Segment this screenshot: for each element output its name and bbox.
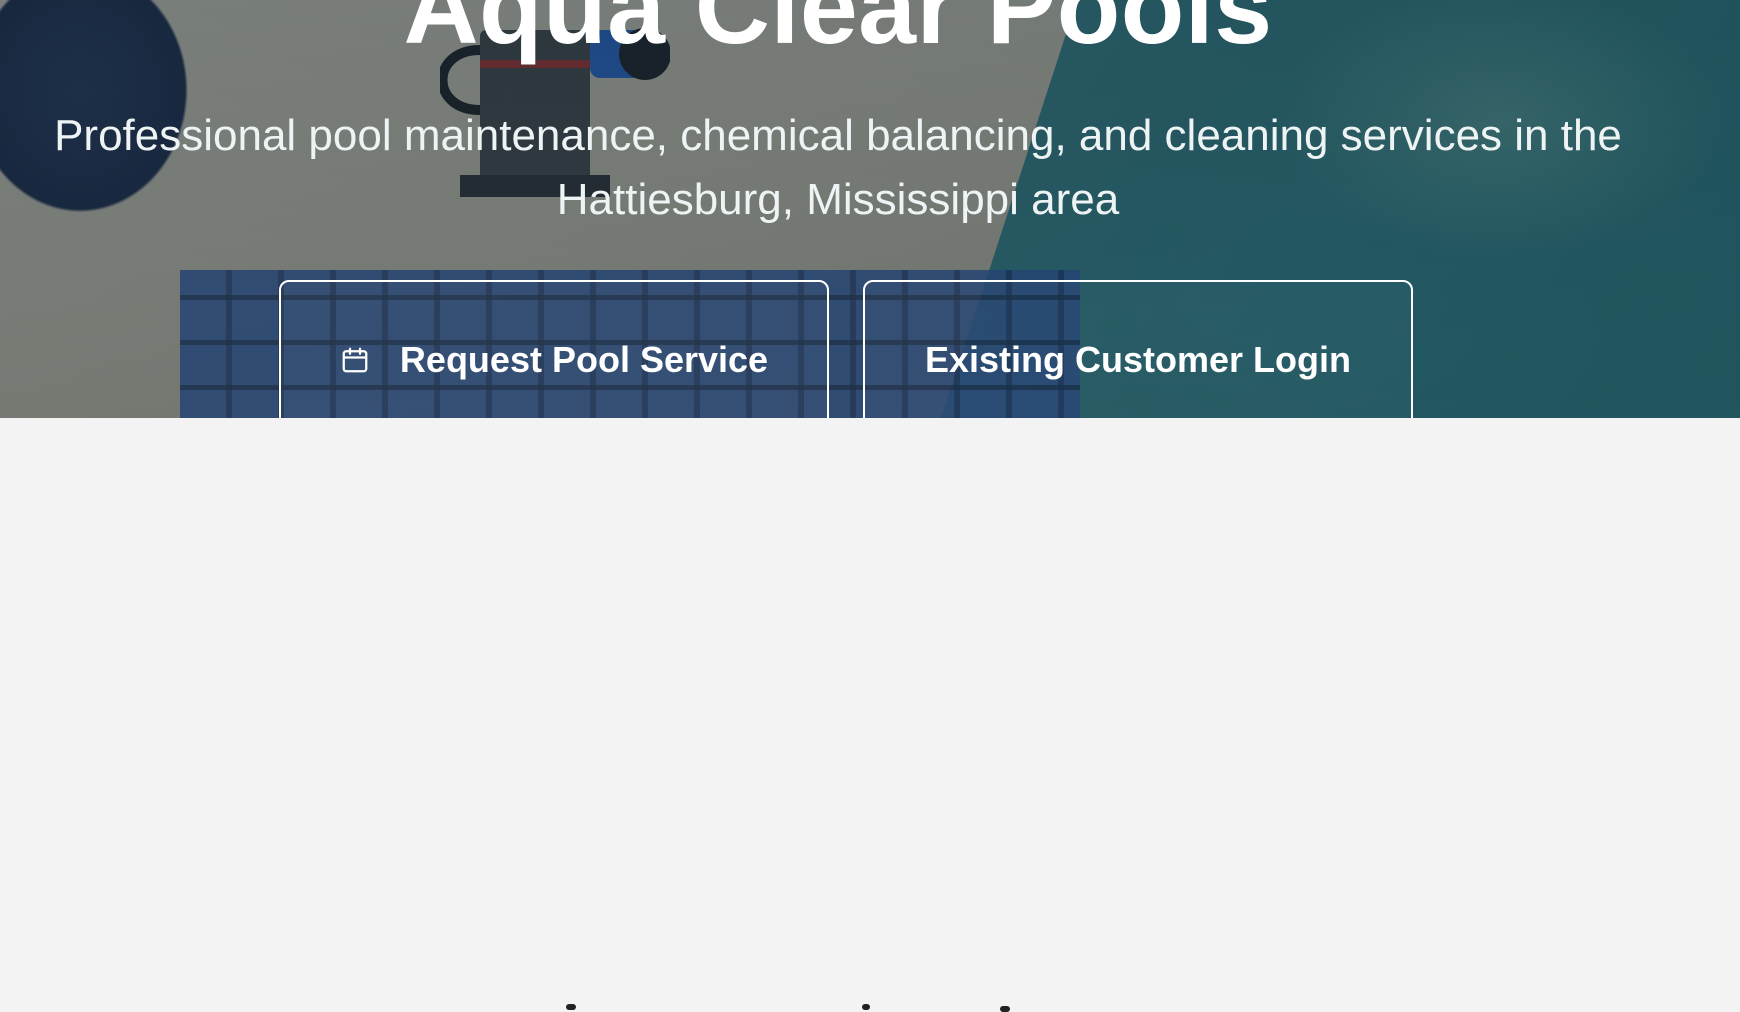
customer-login-label: Existing Customer Login: [924, 339, 1352, 380]
next-heading-peek: [1000, 1006, 1010, 1012]
next-heading-peek: [862, 1004, 870, 1010]
customer-login-button[interactable]: Existing Customer Login: [863, 280, 1413, 418]
hero-section: Aqua Clear Pools Professional pool maint…: [0, 0, 1740, 418]
content-section: [0, 418, 1740, 1012]
request-pool-service-label: Request Pool Service: [399, 339, 769, 380]
calendar-icon: [342, 347, 368, 373]
request-pool-service-button[interactable]: Request Pool Service: [279, 280, 829, 418]
hero-title: Aqua Clear Pools: [403, 0, 1273, 66]
next-heading-peek: [566, 1004, 576, 1010]
hero-subtitle: Professional pool maintenance, chemical …: [54, 111, 1622, 224]
